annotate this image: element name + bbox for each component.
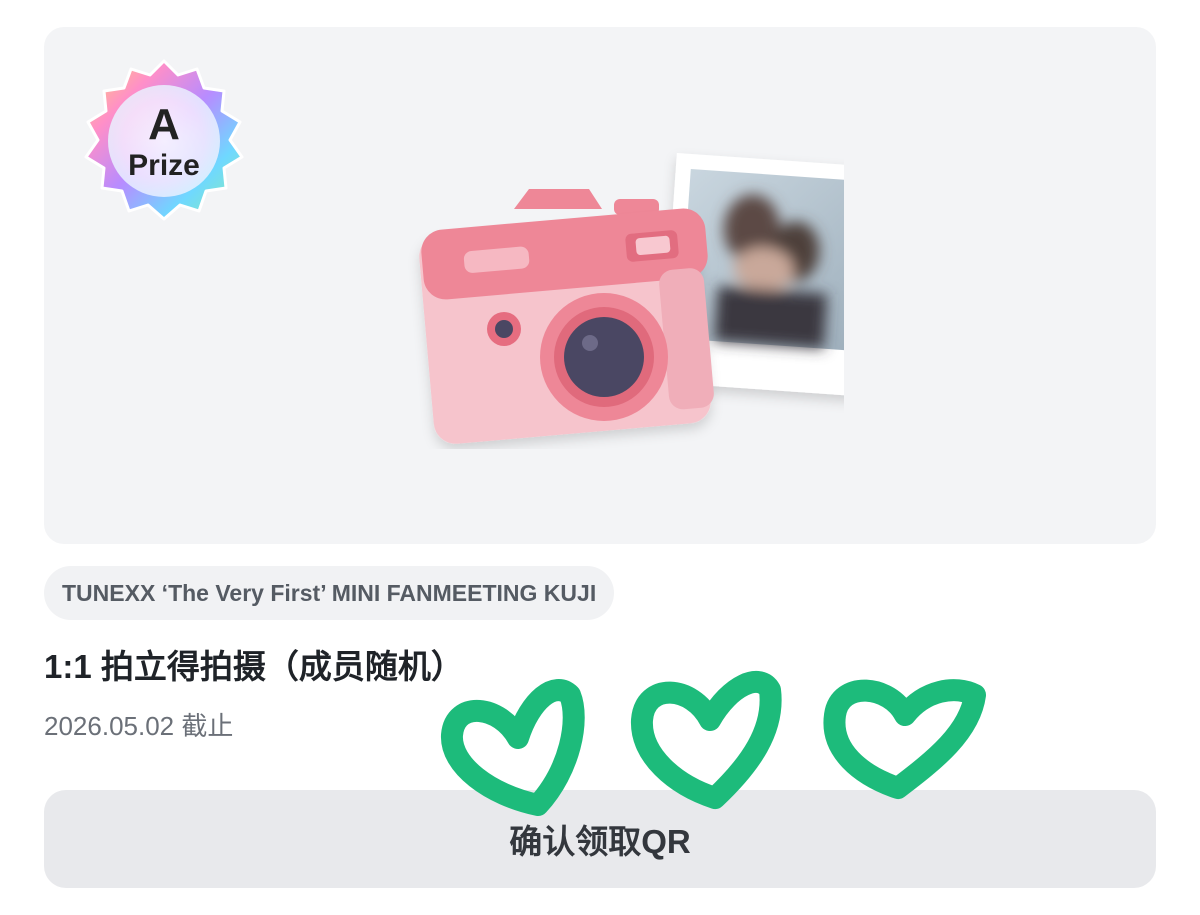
pink-camera xyxy=(419,189,714,444)
confirm-claim-qr-button[interactable]: 确认领取QR xyxy=(44,790,1156,888)
prize-image-card: A Prize xyxy=(44,27,1156,544)
heart-doodle-3 xyxy=(823,679,986,799)
heart-doodle-2 xyxy=(630,671,782,809)
a-prize-badge: A Prize xyxy=(78,55,250,227)
badge-text: A Prize xyxy=(78,55,250,227)
deadline-text: 2026.05.02 截止 xyxy=(44,711,234,741)
heart-doodle-1 xyxy=(441,679,585,816)
event-name: TUNEXX ‘The Very First’ MINI FANMEETING … xyxy=(62,579,597,606)
prize-title: 1:1 拍立得拍摄（成员随机） xyxy=(44,648,464,685)
prize-detail-page: A Prize TUNEXX ‘The Very First’ MINI FAN… xyxy=(0,0,1200,915)
badge-word: Prize xyxy=(128,149,200,182)
confirm-claim-qr-label: 确认领取QR xyxy=(509,823,691,860)
event-tag: TUNEXX ‘The Very First’ MINI FANMEETING … xyxy=(44,566,615,620)
badge-letter: A xyxy=(148,100,180,149)
camera-with-polaroid-icon xyxy=(364,119,844,449)
